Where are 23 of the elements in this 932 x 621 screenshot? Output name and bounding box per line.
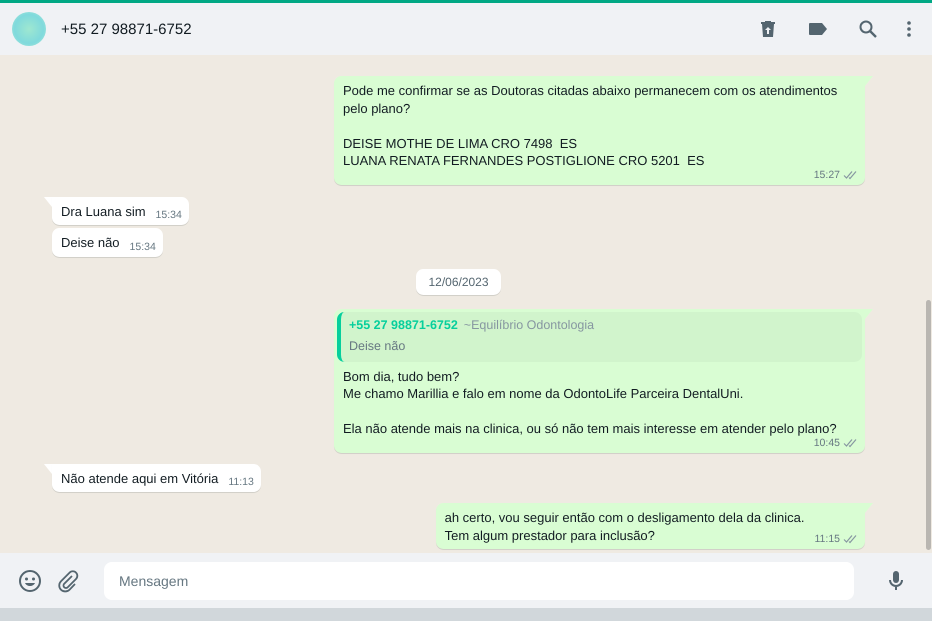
message-time: 11:13 [228, 475, 254, 489]
message-input[interactable]: Mensagem [104, 562, 854, 600]
emoji-icon[interactable] [18, 568, 42, 592]
quoted-sender: +55 27 98871-6752 [349, 318, 458, 332]
message-text: Não atende aqui em Vitória [61, 470, 218, 487]
attach-icon[interactable] [56, 568, 80, 592]
menu-icon[interactable] [906, 19, 912, 39]
message-time: 11:15 [814, 532, 840, 546]
contact-name: +55 27 98871-6752 [61, 20, 193, 38]
message-text: Dra Luana sim [61, 202, 146, 220]
message-time: 10:45 [814, 436, 840, 450]
message-time: 15:34 [156, 208, 182, 222]
message-time: 15:27 [814, 168, 840, 182]
quoted-message[interactable]: +55 27 98871-6752 ~Equilíbrio Odontologia Deise não [337, 312, 862, 362]
message-text: Bom dia, tudo bem? Me chamo Marillia e falo em nome da OdontoLife Parceira DentalUni. Ela não atende mais na clinica, ou só não tem mais interesse em atender pelo plano? [343, 368, 837, 438]
message-text: Deise não [61, 234, 120, 252]
message-text: Pode me confirmar se as Doutoras citadas abaixo permanecem com os atendimentos pelo plano? DEISE MOTHE DE LIMA CRO 7498 ES LUANA RENATA FERNANDES POSTIGLIONE CRO 5201 ES [343, 82, 838, 170]
message-text: ah certo, vou seguir então com o desligamento dela da clinica. Tem algum prestador para inclusão? [444, 509, 804, 544]
message-time: 15:34 [130, 240, 156, 254]
date-chip: 12/06/2023 [416, 268, 501, 294]
quoted-text: Deise não [349, 338, 406, 355]
scrollbar-thumb[interactable] [926, 300, 931, 550]
quoted-sender-name: ~Equilíbrio Odontologia [464, 318, 594, 332]
